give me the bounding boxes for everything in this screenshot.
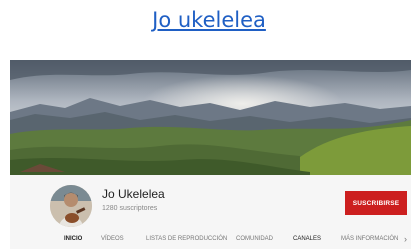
tab-comunidad[interactable]: COMUNIDAD (236, 236, 273, 242)
channel-tabs: INICIO VÍDEOS LISTAS DE REPRODUCCIÓN COM… (10, 231, 411, 249)
tab-listas-de-reproduccion[interactable]: LISTAS DE REPRODUCCIÓN (146, 236, 227, 242)
channel-banner (10, 60, 411, 175)
tab-canales[interactable]: CANALES (293, 236, 321, 242)
mountain-landscape-image (10, 60, 411, 175)
channel-page-screenshot: Jo Ukelelea 1280 suscriptores SUSCRIBIRS… (10, 60, 411, 249)
tab-videos[interactable]: VÍDEOS (101, 236, 124, 242)
tab-mas-informacion[interactable]: MÁS INFORMACIÓN (341, 236, 398, 242)
channel-title-link[interactable]: Jo ukelelea (0, 8, 418, 32)
subscribe-button[interactable]: SUSCRIBIRSE (345, 191, 407, 215)
channel-avatar[interactable] (50, 185, 92, 227)
channel-name: Jo Ukelelea (102, 187, 165, 201)
subscriber-count: 1280 suscriptores (102, 205, 158, 212)
person-with-ukulele-icon (50, 185, 92, 227)
tab-inicio[interactable]: INICIO (64, 236, 82, 242)
chevron-right-icon[interactable]: › (404, 234, 407, 244)
channel-header: Jo Ukelelea 1280 suscriptores SUSCRIBIRS… (10, 175, 411, 231)
